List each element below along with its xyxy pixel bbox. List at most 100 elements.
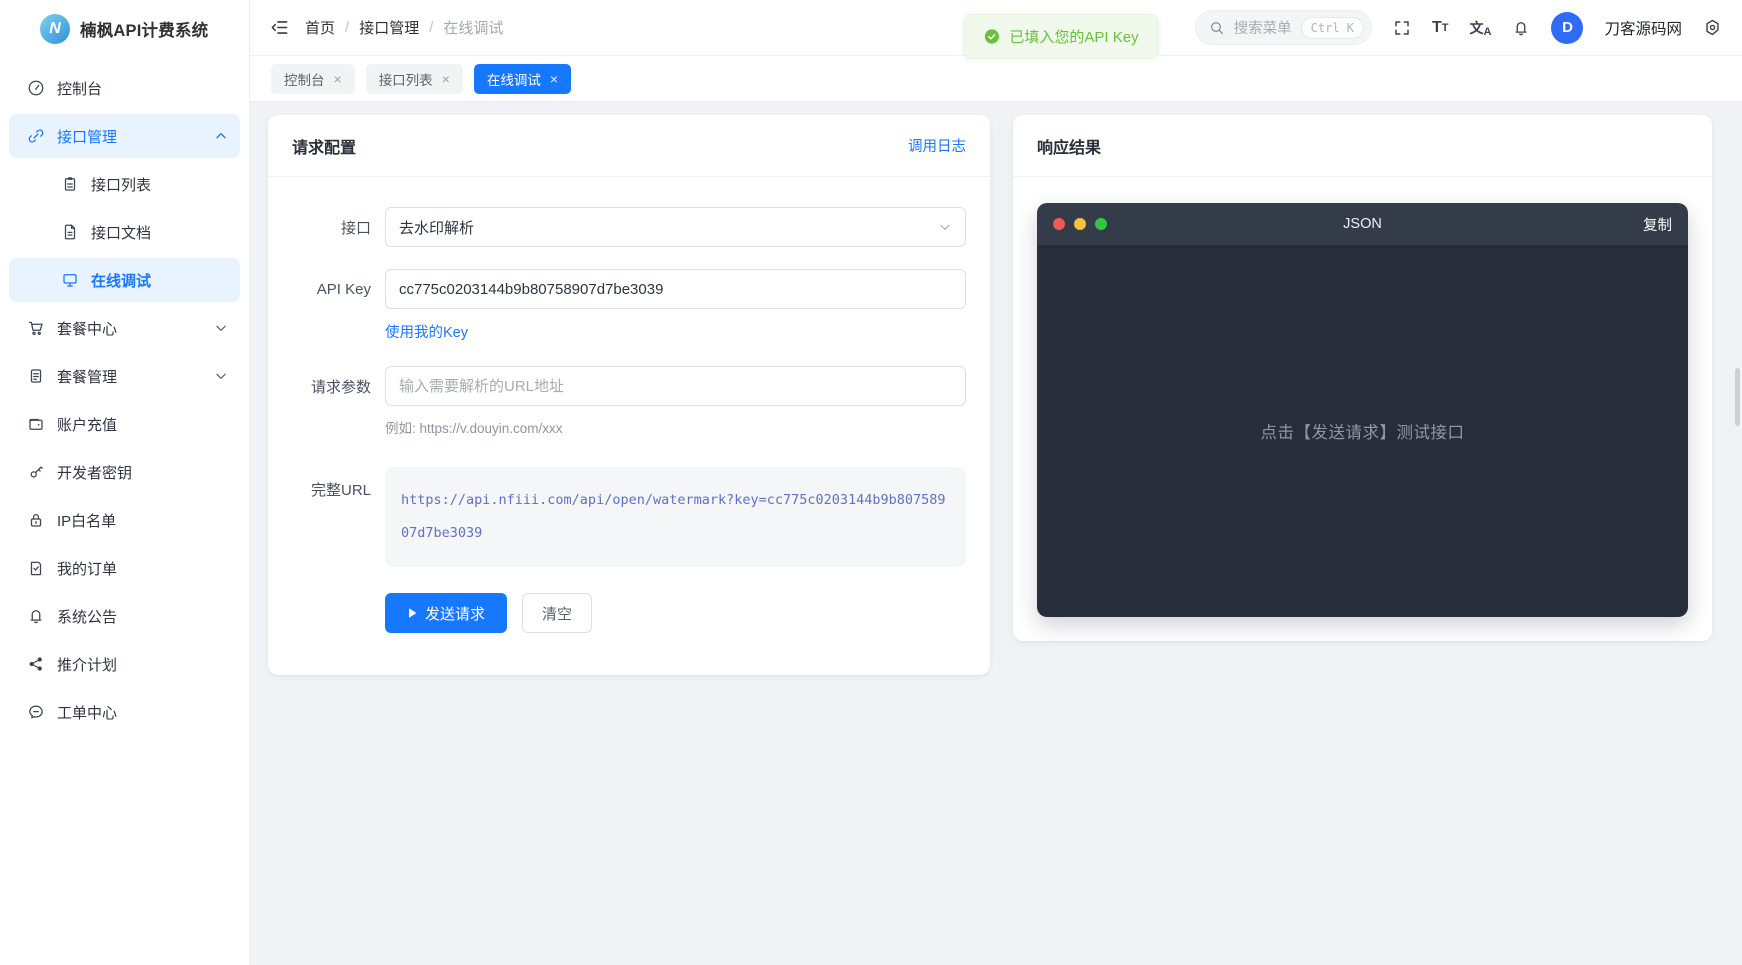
play-icon <box>407 607 418 619</box>
sidebar-item-announcements[interactable]: 系统公告 <box>9 594 240 638</box>
sidebar-item-developer-key[interactable]: 开发者密钥 <box>9 450 240 494</box>
response-result-card: 响应结果 JSON 复制 点击【发送请求】测试接口 <box>1013 115 1712 641</box>
request-config-card: 请求配置 调用日志 接口 去水印解析 <box>268 115 990 675</box>
sidebar-item-api-list[interactable]: 接口列表 <box>9 162 240 206</box>
monitor-icon <box>61 271 80 289</box>
request-card-header: 请求配置 调用日志 <box>268 115 990 177</box>
api-key-row: API Key <box>268 269 966 309</box>
notification-bell-icon[interactable] <box>1512 19 1530 37</box>
sidebar-item-account-recharge[interactable]: 账户充值 <box>9 402 240 446</box>
sidebar-item-label: 接口文档 <box>91 222 151 243</box>
sidebar-item-label: 工单中心 <box>57 702 117 723</box>
copy-button[interactable]: 复制 <box>1643 214 1672 235</box>
sidebar-item-ticket-center[interactable]: 工单中心 <box>9 690 240 734</box>
breadcrumb: 首页 / 接口管理 / 在线调试 <box>305 17 503 38</box>
sidebar-item-label: IP白名单 <box>57 510 116 531</box>
traffic-light-dots <box>1053 218 1107 230</box>
sidebar-item-plan-management[interactable]: 套餐管理 <box>9 354 240 398</box>
response-terminal: JSON 复制 点击【发送请求】测试接口 <box>1037 203 1688 617</box>
breadcrumb-separator: / <box>345 19 349 36</box>
dashboard-gauge-icon <box>27 79 46 97</box>
sidebar-item-label: 我的订单 <box>57 558 117 579</box>
link-icon <box>27 127 46 145</box>
font-size-glyph-small: T <box>1442 22 1449 34</box>
terminal-titlebar: JSON 复制 <box>1037 203 1688 245</box>
sidebar-fold-icon[interactable] <box>270 18 289 37</box>
terminal-format-label: JSON <box>1343 216 1382 232</box>
tab-close-icon[interactable]: × <box>442 72 450 86</box>
tab-dashboard[interactable]: 控制台 × <box>271 64 355 94</box>
request-param-label: 请求参数 <box>268 376 385 397</box>
clipboard-icon <box>61 175 80 193</box>
call-log-link[interactable]: 调用日志 <box>908 135 966 156</box>
api-key-input[interactable] <box>385 269 966 309</box>
api-select[interactable]: 去水印解析 <box>385 207 966 247</box>
chevron-down-icon <box>938 220 952 234</box>
sidebar-item-label: 套餐管理 <box>57 366 117 387</box>
sidebar-item-label: 系统公告 <box>57 606 117 627</box>
response-card-header: 响应结果 <box>1013 115 1712 177</box>
dot-red-icon <box>1053 218 1065 230</box>
share-icon <box>27 655 46 673</box>
font-size-icon[interactable]: TT <box>1432 19 1449 37</box>
tab-label: 控制台 <box>284 69 325 89</box>
use-my-key-link[interactable]: 使用我的Key <box>385 325 468 341</box>
user-name[interactable]: 刀客源码网 <box>1604 17 1682 39</box>
tab-close-icon[interactable]: × <box>550 72 558 86</box>
api-key-label: API Key <box>268 281 385 298</box>
request-param-input[interactable] <box>385 366 966 406</box>
tab-close-icon[interactable]: × <box>334 72 342 86</box>
response-card-title: 响应结果 <box>1037 134 1101 158</box>
app-logo: N 楠枫API计费系统 <box>0 0 249 58</box>
settings-gear-icon[interactable] <box>1703 18 1722 37</box>
chat-bubble-icon <box>27 703 46 721</box>
sidebar-item-dashboard[interactable]: 控制台 <box>9 66 240 110</box>
app-logo-icon: N <box>40 14 70 44</box>
terminal-placeholder-text: 点击【发送请求】测试接口 <box>1261 419 1465 443</box>
sidebar-item-my-orders[interactable]: 我的订单 <box>9 546 240 590</box>
request-form: 接口 去水印解析 API Key <box>268 177 990 675</box>
tab-api-list[interactable]: 接口列表 × <box>366 64 463 94</box>
sidebar-item-label: 接口管理 <box>57 126 117 147</box>
api-select-value: 去水印解析 <box>399 217 474 238</box>
sidebar-item-api-docs[interactable]: 接口文档 <box>9 210 240 254</box>
send-request-label: 发送请求 <box>425 603 485 624</box>
wallet-icon <box>27 415 46 433</box>
success-check-icon <box>983 28 1000 45</box>
font-size-glyph: T <box>1432 19 1442 37</box>
sidebar-item-label: 在线调试 <box>91 270 151 291</box>
sidebar-item-plan-center[interactable]: 套餐中心 <box>9 306 240 350</box>
header-actions: 搜索菜单 Ctrl K TT 文A D 刀客源码网 <box>1195 10 1722 45</box>
request-card-title: 请求配置 <box>292 134 356 158</box>
translate-icon[interactable]: 文A <box>1470 18 1492 38</box>
breadcrumb-section[interactable]: 接口管理 <box>359 17 419 38</box>
terminal-body: 点击【发送请求】测试接口 <box>1037 245 1688 617</box>
tab-online-debug[interactable]: 在线调试 × <box>474 64 571 94</box>
tab-label: 在线调试 <box>487 69 541 89</box>
full-url-value: https://api.nfiii.com/api/open/watermark… <box>385 467 966 567</box>
search-placeholder: 搜索菜单 <box>1234 17 1292 38</box>
dot-green-icon <box>1095 218 1107 230</box>
app-title: 楠枫API计费系统 <box>80 17 208 41</box>
search-icon <box>1209 20 1225 36</box>
full-url-row: 完整URL https://api.nfiii.com/api/open/wat… <box>268 467 966 567</box>
menu-search-input[interactable]: 搜索菜单 Ctrl K <box>1195 10 1372 45</box>
toast-text: 已填入您的API Key <box>1009 26 1138 47</box>
sidebar-item-ip-whitelist[interactable]: IP白名单 <box>9 498 240 542</box>
sidebar-item-referral-plan[interactable]: 推介计划 <box>9 642 240 686</box>
user-avatar[interactable]: D <box>1551 12 1583 44</box>
request-param-hint: 例如: https://v.douyin.com/xxx <box>385 417 966 437</box>
page-scrollbar-thumb[interactable] <box>1735 368 1740 426</box>
form-actions: 发送请求 清空 <box>385 593 966 633</box>
order-check-icon <box>27 559 46 577</box>
fullscreen-icon[interactable] <box>1393 19 1411 37</box>
breadcrumb-home[interactable]: 首页 <box>305 17 335 38</box>
sidebar-item-online-debug[interactable]: 在线调试 <box>9 258 240 302</box>
translate-glyph: 文 <box>1470 18 1484 38</box>
send-request-button[interactable]: 发送请求 <box>385 593 507 633</box>
clear-button[interactable]: 清空 <box>522 593 592 633</box>
chevron-down-icon <box>214 369 228 383</box>
sidebar: N 楠枫API计费系统 控制台 接口管理 接口列表 <box>0 0 250 965</box>
request-param-row: 请求参数 <box>268 366 966 406</box>
sidebar-item-api-management[interactable]: 接口管理 <box>9 114 240 158</box>
